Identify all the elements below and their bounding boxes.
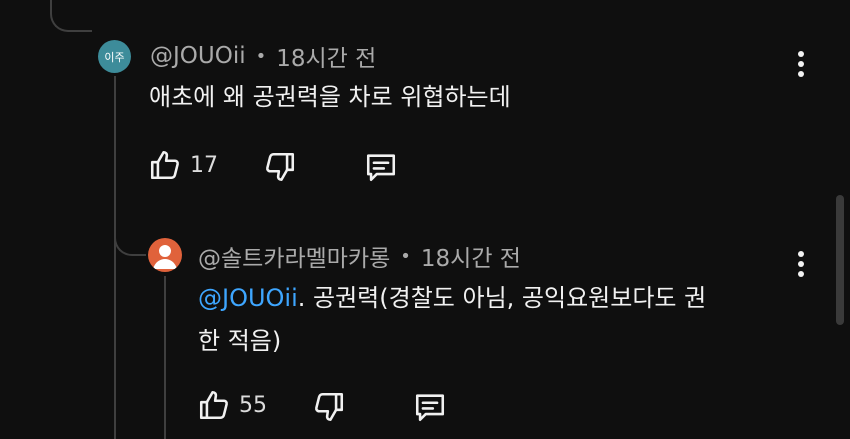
separator: • xyxy=(255,45,267,67)
like-button[interactable]: 55 xyxy=(197,388,267,422)
comment-line: @JOUOii. 공권력(경찰도 아님, 공익요원보다도 권 xyxy=(198,277,798,320)
username[interactable]: @솔트카라멜마카롱 xyxy=(198,239,390,273)
comment-icon xyxy=(366,154,396,182)
avatar[interactable] xyxy=(148,238,182,272)
comment-icon xyxy=(415,394,445,422)
avatar-initials: 이주 xyxy=(104,50,125,64)
thumb-down-icon xyxy=(266,152,295,182)
mention-link[interactable]: @JOUOii xyxy=(198,284,298,312)
thumb-up-icon xyxy=(199,390,228,420)
thread-line xyxy=(114,76,116,439)
dislike-button[interactable] xyxy=(263,150,297,184)
comment-body: 애초에 왜 공권력을 차로 위협하는데 xyxy=(149,83,511,111)
thread-connector xyxy=(114,210,146,256)
like-count: 55 xyxy=(239,392,267,418)
thumb-down-icon xyxy=(315,392,344,422)
comment-text: 애초에 왜 공권력을 차로 위협하는데 xyxy=(149,76,511,119)
comment-text: @JOUOii. 공권력(경찰도 아님, 공익요원보다도 권 한 적음) xyxy=(198,277,798,363)
comment-line: 한 적음) xyxy=(198,327,282,355)
username[interactable]: @JOUOii xyxy=(150,43,246,69)
dislike-button[interactable] xyxy=(312,390,346,424)
reply-button[interactable] xyxy=(412,390,448,424)
timestamp[interactable]: 18시간 전 xyxy=(421,239,521,273)
like-button[interactable]: 17 xyxy=(148,148,218,182)
comment-thread: 이주 @JOUOii • 18시간 전 애초에 왜 공권력을 차로 위협하는데 … xyxy=(0,0,850,439)
thread-connector xyxy=(50,0,92,32)
timestamp[interactable]: 18시간 전 xyxy=(276,39,376,73)
comment-meta: @솔트카라멜마카롱 • 18시간 전 xyxy=(198,239,521,273)
comment-meta: @JOUOii • 18시간 전 xyxy=(150,40,376,72)
comment-body: . 공권력(경찰도 아님, 공익요원보다도 권 xyxy=(297,284,707,312)
default-avatar-icon xyxy=(153,245,177,269)
separator: • xyxy=(400,245,411,267)
scrollbar-thumb[interactable] xyxy=(836,195,844,325)
reply-button[interactable] xyxy=(363,150,399,184)
avatar[interactable]: 이주 xyxy=(98,40,131,73)
thumb-up-icon xyxy=(150,150,179,180)
thread-line xyxy=(164,276,166,439)
like-count: 17 xyxy=(190,152,218,178)
more-vert-icon[interactable] xyxy=(789,46,813,82)
